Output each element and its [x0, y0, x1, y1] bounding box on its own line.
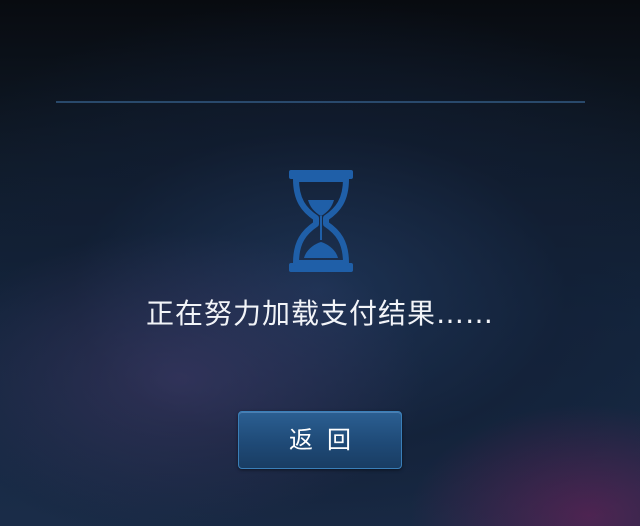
back-button[interactable]: 返回 [238, 411, 402, 469]
loading-status-text: 正在努力加载支付结果…… [145, 297, 494, 330]
hourglass-icon [288, 170, 354, 272]
header-divider [56, 101, 585, 103]
